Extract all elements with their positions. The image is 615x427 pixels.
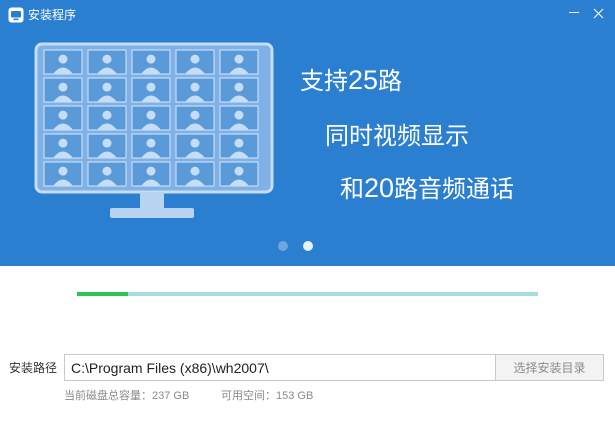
installer-app-icon	[8, 7, 24, 23]
video-tile-11	[43, 105, 83, 131]
install-progress-fill	[77, 292, 128, 296]
video-tile-7	[87, 77, 127, 103]
slogan-line-1-prefix: 支持	[300, 67, 348, 95]
video-tile-22	[87, 161, 127, 187]
disk-total-label: 当前磁盘总容量：	[64, 389, 152, 402]
install-progress-bar	[77, 292, 538, 296]
disk-free-label: 可用空间：	[221, 389, 276, 402]
video-tile-18	[131, 133, 171, 159]
video-tile-19	[175, 133, 215, 159]
video-tile-5	[219, 49, 259, 75]
disk-free-value: 153 GB	[276, 390, 314, 402]
video-tile-2	[87, 49, 127, 75]
close-button[interactable]	[585, 2, 613, 26]
video-grid	[43, 49, 259, 187]
title-bar[interactable]: 安装程序	[0, 0, 615, 30]
carousel-dot-1[interactable]	[278, 241, 288, 251]
slogan-line-3-prefix: 和	[340, 175, 364, 203]
video-tile-16	[43, 133, 83, 159]
install-path-label: 安装路径	[9, 361, 58, 375]
minimize-icon	[569, 12, 579, 13]
monitor-video-grid-icon	[34, 42, 274, 218]
slogan-line-3-suffix: 路音频通话	[394, 175, 515, 203]
slogan-line-1: 支持25路	[300, 64, 402, 97]
header-banner: 安装程序 支持25路 同时视频显示 和20路音频通话	[0, 0, 615, 266]
video-tile-9	[175, 77, 215, 103]
video-tile-14	[175, 105, 215, 131]
select-install-dir-button[interactable]: 选择安装目录	[495, 354, 604, 381]
disk-total-capacity: 当前磁盘总容量：237 GB	[64, 389, 189, 403]
window-title: 安装程序	[28, 8, 77, 22]
video-tile-8	[131, 77, 171, 103]
minimize-button[interactable]	[560, 2, 588, 26]
video-tile-23	[131, 161, 171, 187]
video-tile-1	[43, 49, 83, 75]
carousel-dot-2[interactable]	[303, 241, 313, 251]
video-tile-12	[87, 105, 127, 131]
slogan-line-3-number: 20	[364, 173, 395, 203]
disk-free-space: 可用空间：153 GB	[221, 389, 313, 403]
video-tile-13	[131, 105, 171, 131]
slogan-line-2: 同时视频显示	[325, 122, 469, 150]
video-tile-17	[87, 133, 127, 159]
video-tile-20	[219, 133, 259, 159]
video-tile-6	[43, 77, 83, 103]
video-tile-3	[131, 49, 171, 75]
disk-total-value: 237 GB	[152, 390, 190, 402]
video-tile-10	[219, 77, 259, 103]
video-tile-21	[43, 161, 83, 187]
slogan-line-1-suffix: 路	[378, 67, 403, 95]
video-tile-4	[175, 49, 215, 75]
video-tile-24	[175, 161, 215, 187]
video-tile-15	[219, 105, 259, 131]
slogan-line-3: 和20路音频通话	[340, 172, 514, 205]
install-path-input[interactable]	[64, 354, 495, 381]
slogan-line-1-number: 25	[348, 65, 379, 95]
video-tile-25	[219, 161, 259, 187]
close-icon	[593, 8, 604, 19]
